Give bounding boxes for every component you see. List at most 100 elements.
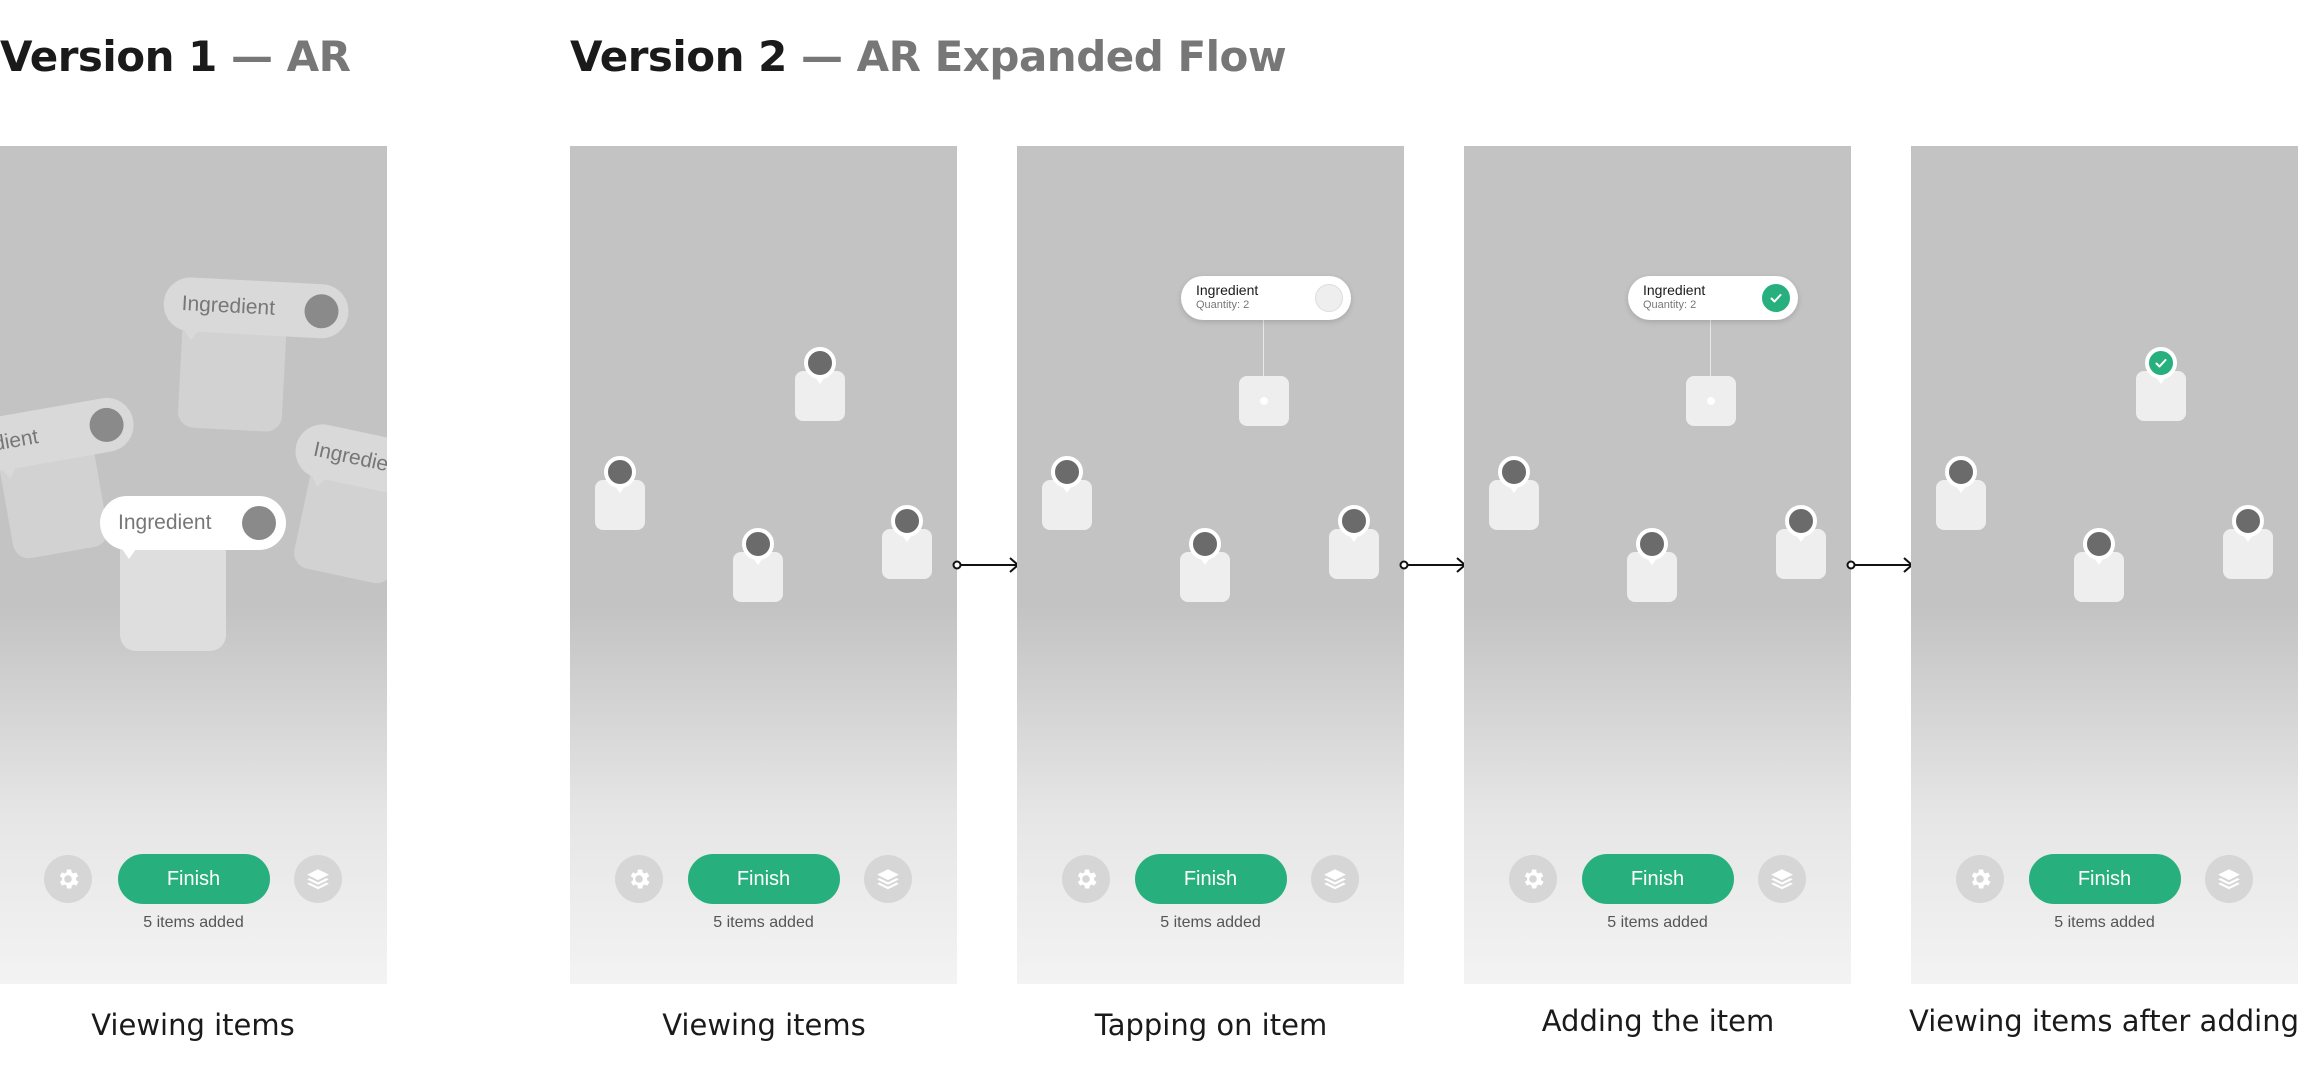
screen-caption: Viewing items after adding (1909, 1004, 2299, 1038)
item-marker[interactable] (1329, 505, 1379, 579)
selected-item-marker[interactable] (1239, 376, 1289, 426)
ar-label-card: dient (0, 393, 138, 561)
arrow-right-icon (1399, 557, 1467, 573)
screen-v2-tapping-item: Ingredient Quantity: 2 Finish 5 items ad… (1017, 146, 1404, 984)
ar-label-card: Ingredie (290, 419, 387, 587)
layers-button[interactable] (2205, 855, 2253, 903)
selected-item-marker[interactable] (1686, 376, 1736, 426)
layers-icon (2218, 869, 2240, 890)
screen-caption: Adding the item (1541, 1004, 1775, 1038)
layers-icon (877, 869, 899, 890)
screen-v2-viewing-items: Finish 5 items added (570, 146, 957, 984)
screen-caption: Viewing items (662, 1008, 866, 1042)
gear-icon (1077, 869, 1097, 889)
item-marker[interactable] (1489, 456, 1539, 530)
add-item-toggle[interactable] (1762, 284, 1790, 312)
settings-button[interactable] (1509, 855, 1557, 903)
added-pin (2145, 347, 2177, 384)
location-pin-icon (1498, 456, 1530, 493)
item-tooltip[interactable]: Ingredient Quantity: 2 (1628, 276, 1798, 320)
settings-button[interactable] (1956, 855, 2004, 903)
version-2-heading: Version 2 — AR Expanded Flow (570, 32, 1287, 81)
ar-ingredient-label: Ingredie (311, 437, 387, 477)
item-marker[interactable] (1936, 456, 1986, 530)
location-pin-icon (1338, 505, 1370, 542)
arrow-right-icon (952, 557, 1020, 573)
location-pin-icon (604, 456, 636, 493)
location-pin-icon (1636, 528, 1668, 565)
settings-button[interactable] (1062, 855, 1110, 903)
item-marker[interactable] (1042, 456, 1092, 530)
item-marker[interactable] (795, 347, 845, 421)
gear-icon (630, 869, 650, 889)
gear-icon (59, 869, 79, 889)
items-added-count: 5 items added (2054, 914, 2155, 931)
layers-button[interactable] (1758, 855, 1806, 903)
item-marker[interactable] (882, 505, 932, 579)
layers-button[interactable] (864, 855, 912, 903)
settings-button[interactable] (615, 855, 663, 903)
location-pin-icon (2232, 505, 2264, 542)
location-pin-icon (804, 347, 836, 384)
item-marker[interactable] (595, 456, 645, 530)
screen-caption: Viewing items (91, 1008, 295, 1042)
item-marker[interactable] (1627, 528, 1677, 602)
bottom-action-bar: Finish (570, 854, 957, 904)
version-2-title: Version 2 (570, 32, 787, 81)
location-pin-icon (742, 528, 774, 565)
tooltip-quantity: Quantity: 2 (1643, 299, 1697, 311)
add-item-toggle[interactable] (1315, 284, 1343, 312)
ar-ingredient-pill[interactable]: Ingredient (100, 496, 286, 559)
bottom-action-bar: Finish (1911, 854, 2298, 904)
settings-button[interactable] (44, 855, 92, 903)
bottom-action-bar: Finish (1017, 854, 1404, 904)
version-2-subtitle: — AR Expanded Flow (801, 32, 1287, 81)
added-item-marker[interactable] (2136, 347, 2186, 421)
gear-icon (1971, 869, 1991, 889)
location-pin-icon (1051, 456, 1083, 493)
screen-caption: Tapping on item (1094, 1008, 1328, 1042)
ar-ingredient-label: dient (0, 425, 41, 456)
check-icon (2155, 359, 2167, 368)
layers-button[interactable] (294, 855, 342, 903)
item-marker[interactable] (1776, 505, 1826, 579)
item-marker[interactable] (2223, 505, 2273, 579)
gear-icon (1524, 869, 1544, 889)
screen-v1-viewing-items: Ingredient dient Ingredie Ingredient Fin… (0, 146, 387, 984)
bottom-action-bar: Finish (0, 854, 387, 904)
item-tooltip[interactable]: Ingredient Quantity: 2 (1181, 276, 1351, 320)
arrow-right-icon (1846, 557, 1914, 573)
item-marker[interactable] (1180, 528, 1230, 602)
check-icon (1770, 294, 1782, 303)
finish-button[interactable]: Finish (1134, 854, 1287, 904)
layers-button[interactable] (1311, 855, 1359, 903)
finish-button[interactable]: Finish (1581, 854, 1734, 904)
item-marker[interactable] (733, 528, 783, 602)
version-1-title: Version 1 (0, 32, 217, 81)
layers-icon (307, 869, 329, 890)
item-marker[interactable] (2074, 528, 2124, 602)
finish-button[interactable]: Finish (117, 854, 270, 904)
ar-toggle-icon (303, 293, 340, 330)
ar-ingredient-label: Ingredient (118, 511, 212, 534)
location-pin-icon (2083, 528, 2115, 565)
layers-icon (1771, 869, 1793, 890)
layers-icon (1324, 869, 1346, 890)
tooltip-title: Ingredient (1643, 282, 1706, 298)
location-pin-icon (1785, 505, 1817, 542)
screen-v2-adding-item: Ingredient Quantity: 2 Finish 5 items ad… (1464, 146, 1851, 984)
location-pin-icon (1945, 456, 1977, 493)
version-1-heading: Version 1 — AR (0, 32, 351, 81)
tooltip-title: Ingredient (1196, 282, 1259, 298)
screen-v2-after-adding: Finish 5 items added (1911, 146, 2298, 984)
ar-toggle-icon (242, 506, 276, 540)
finish-button[interactable]: Finish (687, 854, 840, 904)
tooltip-quantity: Quantity: 2 (1196, 299, 1250, 311)
items-added-count: 5 items added (1607, 914, 1708, 931)
ar-ingredient-pill[interactable]: Ingredient (162, 276, 350, 341)
items-added-count: 5 items added (1160, 914, 1261, 931)
location-pin-icon (891, 505, 923, 542)
location-pin-icon (1189, 528, 1221, 565)
items-added-count: 5 items added (143, 914, 244, 931)
finish-button[interactable]: Finish (2028, 854, 2181, 904)
